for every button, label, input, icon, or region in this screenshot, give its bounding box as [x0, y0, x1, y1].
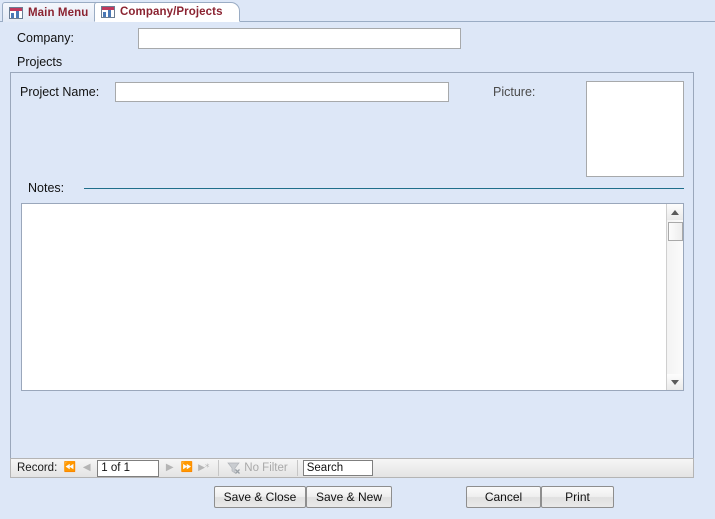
scrollbar-thumb[interactable]: [668, 222, 683, 241]
last-record-icon[interactable]: ⏩: [178, 459, 195, 477]
first-record-icon[interactable]: ⏪: [61, 459, 78, 477]
divider: [296, 460, 298, 476]
tab-strip: Main Menu Company/Projects: [0, 0, 715, 22]
action-button-bar: Save & Close Save & New Cancel Print: [0, 486, 715, 510]
tab-main-menu[interactable]: Main Menu: [2, 2, 106, 22]
filter-label: No Filter: [244, 462, 288, 474]
company-row: Company:: [0, 28, 715, 50]
tab-main-menu-label: Main Menu: [28, 6, 89, 19]
company-input[interactable]: [138, 28, 461, 49]
notes-textarea[interactable]: [22, 204, 667, 390]
projects-subform: Project Name: Picture: Notes:: [10, 72, 694, 476]
picture-label: Picture:: [493, 85, 536, 99]
notes-label: Notes:: [28, 181, 65, 195]
filter-icon: [227, 462, 241, 475]
notes-box: [21, 203, 684, 391]
cancel-button[interactable]: Cancel: [466, 486, 541, 508]
filter-toggle[interactable]: No Filter: [223, 462, 291, 475]
scroll-down-icon[interactable]: [667, 374, 683, 390]
search-input[interactable]: [302, 460, 373, 476]
form-icon: [9, 6, 23, 19]
projects-heading: Projects: [17, 55, 63, 69]
previous-record-icon[interactable]: ◀: [78, 459, 95, 477]
scroll-up-icon[interactable]: [667, 204, 683, 220]
print-button[interactable]: Print: [541, 486, 614, 508]
new-record-icon[interactable]: ▶*: [195, 459, 212, 477]
save-and-close-button[interactable]: Save & Close: [214, 486, 306, 508]
company-label: Company:: [17, 31, 74, 45]
notes-divider: [84, 188, 684, 189]
record-label: Record:: [17, 462, 58, 474]
record-position-input[interactable]: [97, 459, 160, 477]
save-and-new-button[interactable]: Save & New: [306, 486, 392, 508]
next-record-icon[interactable]: ▶: [161, 459, 178, 477]
tab-company-projects[interactable]: Company/Projects: [94, 2, 240, 22]
form-icon: [101, 6, 115, 18]
project-name-input[interactable]: [115, 82, 449, 102]
project-name-label: Project Name:: [20, 85, 100, 99]
record-navigation-bar: Record: ⏪ ◀ ▶ ⏩ ▶* No Filter: [10, 458, 694, 478]
notes-scrollbar[interactable]: [666, 204, 683, 390]
divider: [218, 460, 220, 476]
tab-company-projects-label: Company/Projects: [120, 6, 223, 18]
picture-box[interactable]: [586, 81, 684, 177]
